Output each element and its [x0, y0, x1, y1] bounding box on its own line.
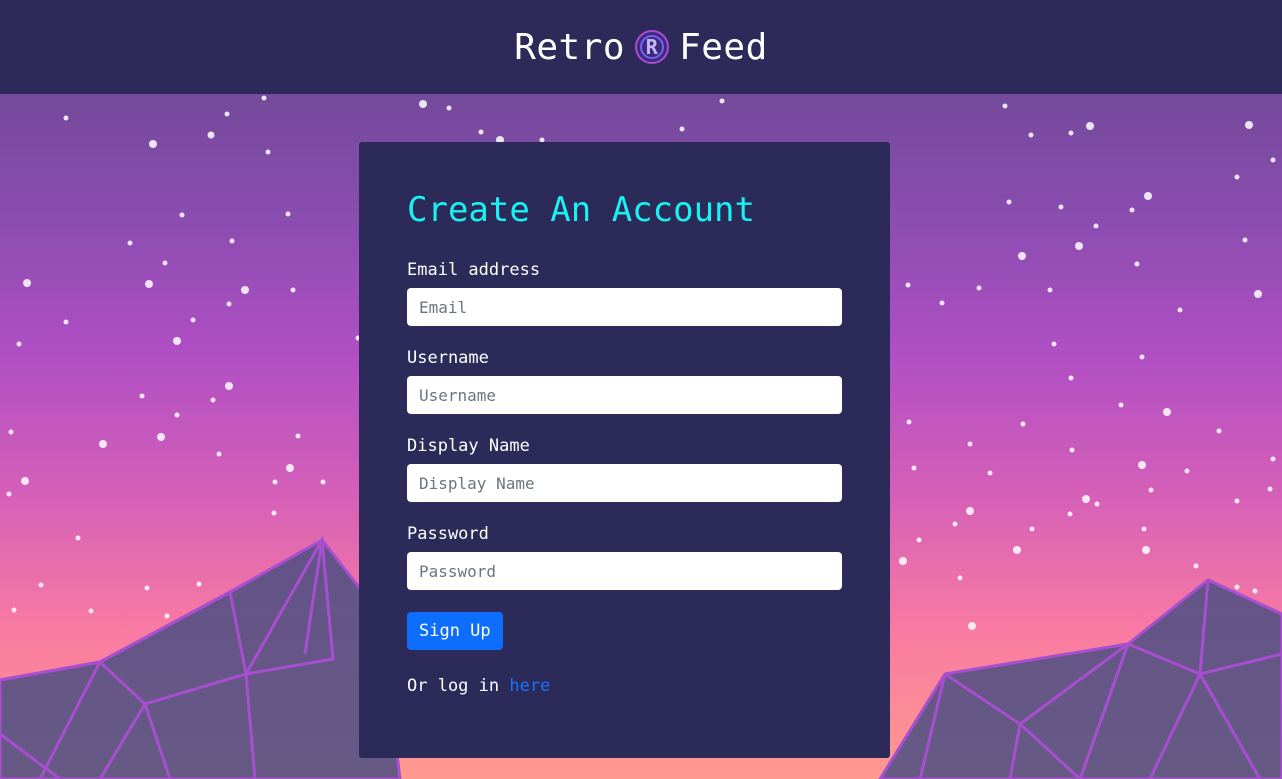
display-name-field-group: Display Name — [407, 436, 842, 502]
password-input[interactable] — [407, 552, 842, 590]
login-prompt: Or log in here — [407, 676, 842, 696]
username-label: Username — [407, 348, 489, 368]
brand-logo[interactable]: Retro R Feed — [514, 27, 768, 68]
password-field-group: Password — [407, 524, 842, 590]
login-link[interactable]: here — [509, 676, 550, 696]
display-name-input[interactable] — [407, 464, 842, 502]
login-prompt-text: Or log in — [407, 676, 510, 696]
username-field-group: Username — [407, 348, 842, 414]
username-input[interactable] — [407, 376, 842, 414]
app-header: Retro R Feed — [0, 0, 1282, 94]
page-title: Create An Account — [407, 190, 755, 230]
signup-card: Create An Account Email address Username… — [359, 142, 890, 758]
password-label: Password — [407, 524, 489, 544]
email-label: Email address — [407, 260, 541, 280]
email-input[interactable] — [407, 288, 842, 326]
email-field-group: Email address — [407, 260, 842, 326]
sign-up-button[interactable]: Sign Up — [407, 612, 503, 650]
brand-name-left: Retro — [514, 26, 626, 68]
brand-name-right: Feed — [679, 26, 768, 68]
display-name-label: Display Name — [407, 436, 530, 456]
retro-r-logo-icon: R — [635, 30, 670, 64]
